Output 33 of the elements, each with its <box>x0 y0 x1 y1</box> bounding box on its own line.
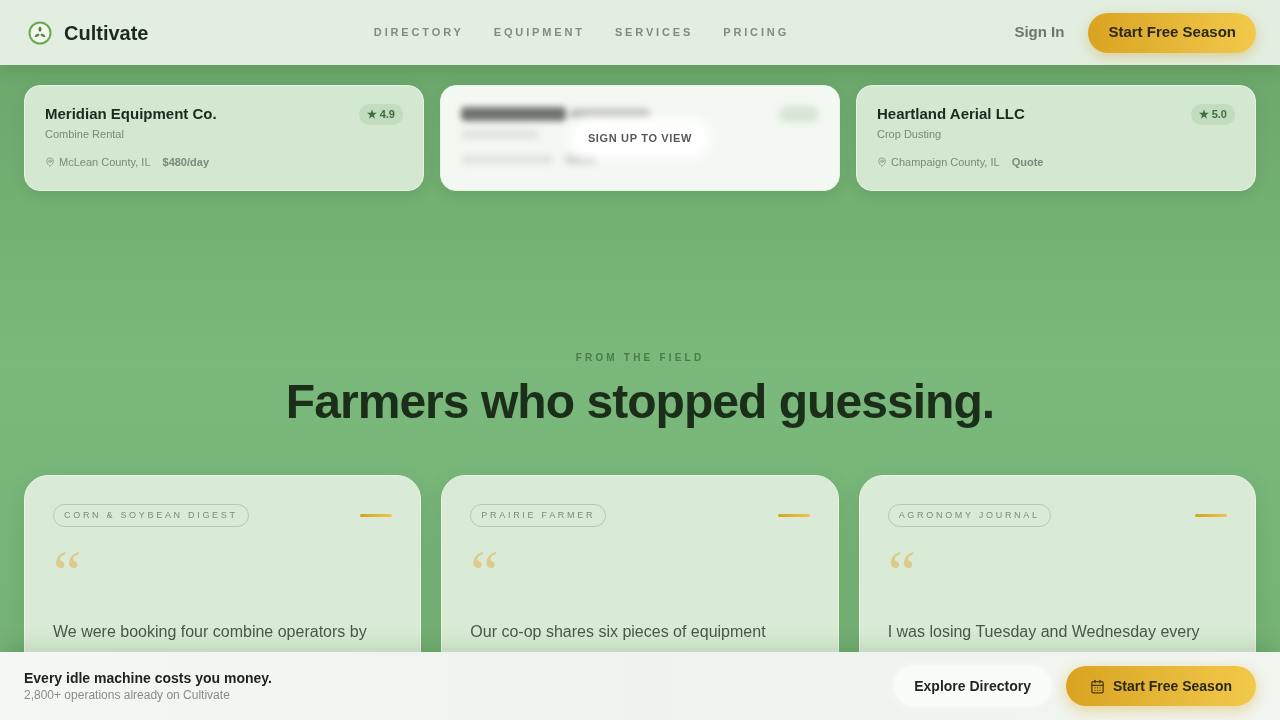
sign-up-to-view-label[interactable]: SIGN UP TO VIEW <box>575 123 705 153</box>
listing-price: Quote <box>1011 154 1044 170</box>
quote-mark: “ <box>470 541 499 597</box>
brand-name[interactable]: Cultivate <box>64 17 149 48</box>
start-free-season-button[interactable]: Start Free Season <box>1065 666 1256 706</box>
listing-location: Champaign County, IL <box>891 154 1000 170</box>
bottom-bar-headline: Every idle machine costs you money. <box>24 669 272 687</box>
listing-location: McLean County, IL <box>59 154 151 170</box>
testimonial-quote: We were booking four combine operators by <box>53 622 368 642</box>
listing-category: Combine Rental <box>45 126 125 142</box>
accent-dash <box>1195 514 1227 517</box>
testimonial-quote: Our co-op shares six pieces of equipment <box>470 622 767 642</box>
quote-mark: “ <box>53 541 82 597</box>
quote-mark: “ <box>887 541 917 597</box>
explore-directory-button[interactable]: Explore Directory <box>894 666 1051 706</box>
section-heading: Farmers who stopped guessing. <box>285 374 995 430</box>
bottom-bar-subtext: 2,800+ operations already on Cultivate <box>24 687 231 703</box>
rating-badge: ★ 4.9 <box>358 104 403 125</box>
sign-in-link[interactable]: Sign In <box>1014 21 1065 44</box>
accent-dash <box>777 514 810 517</box>
listing-category: Crop Dusting <box>877 126 943 142</box>
testimonial-quote: I was losing Tuesday and Wednesday every <box>887 622 1201 642</box>
rating-badge: ★ 5.0 <box>1190 104 1235 125</box>
accent-dash <box>360 514 393 517</box>
start-free-season-button[interactable]: Start Free Season <box>1088 12 1256 53</box>
map-pin-icon <box>45 156 55 167</box>
listing-price: $480/day <box>162 154 209 170</box>
calendar-icon <box>1089 678 1105 694</box>
trefoil-leaf-logo-icon <box>28 20 52 45</box>
listing-name: Heartland Aerial LLC <box>877 104 1025 124</box>
listing-name: Meridian Equipment Co. <box>45 104 217 124</box>
map-pin-icon <box>877 156 887 167</box>
section-eyebrow: FROM THE FIELD <box>575 351 705 365</box>
